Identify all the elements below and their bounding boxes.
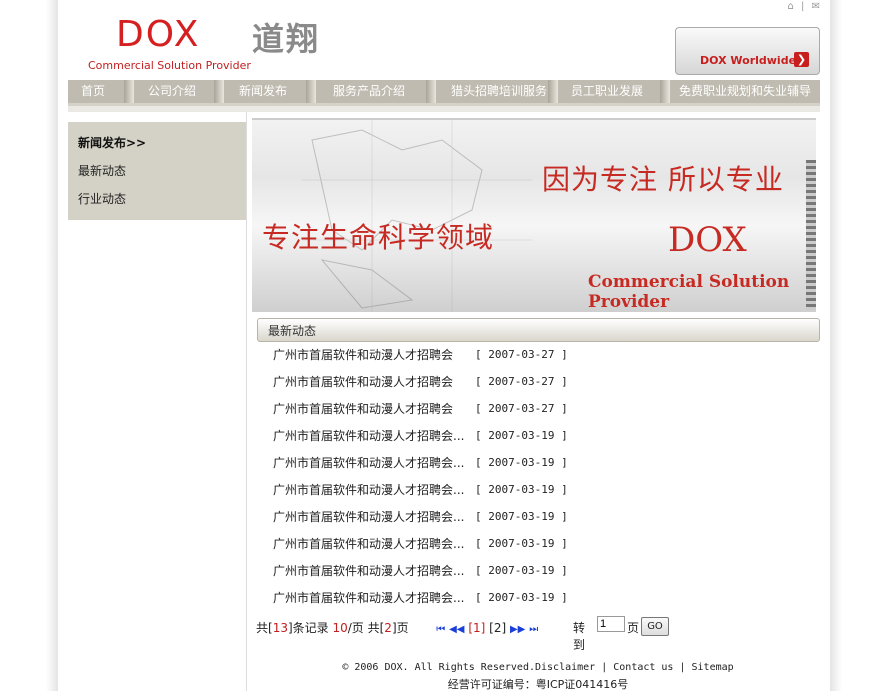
nav-separator (124, 80, 134, 103)
news-date: [ 2007-03-27 ] (475, 402, 568, 415)
logo-subtitle: Commercial Solution Provider (88, 59, 251, 72)
home-icon[interactable]: ⌂ (788, 1, 794, 12)
list-item[interactable]: 广州市首届软件和动漫人才招聘会... [ 2007-03-19 ] (273, 506, 693, 533)
main-nav: 首页 公司介绍 新闻发布 服务产品介绍 猎头招聘培训服务 员工职业发展 免费职业… (68, 80, 820, 103)
nav-separator (214, 80, 224, 103)
logo-dox[interactable]: DOX (116, 14, 200, 55)
banner-slogan: 因为专注 所以专业 (542, 163, 784, 196)
list-item[interactable]: 广州市首届软件和动漫人才招聘会... [ 2007-03-19 ] (273, 452, 693, 479)
nav-separator (548, 80, 558, 103)
dox-worldwide-label: DOX Worldwide (700, 54, 797, 67)
list-item[interactable]: 广州市首届软件和动漫人才招聘会... [ 2007-03-19 ] (273, 587, 693, 614)
goto-label: 转到 (573, 621, 586, 652)
news-date: [ 2007-03-27 ] (475, 375, 568, 388)
logo-chinese: 道翔 (252, 20, 321, 58)
nav-item-recruit[interactable]: 猎头招聘培训服务 (436, 80, 562, 103)
nav-separator (660, 80, 670, 103)
nav-item-services[interactable]: 服务产品介绍 (316, 80, 422, 103)
news-title[interactable]: 广州市首届软件和动漫人才招聘会... (273, 452, 464, 474)
news-date: [ 2007-03-27 ] (475, 348, 568, 361)
footer-license: 经营许可证编号：粤ICP证041416号 (447, 678, 629, 691)
sidebar-item-latest[interactable]: 最新动态 (78, 162, 126, 179)
footer-copyright: © 2006 DOX. All Rights Reserved.Disclaim… (342, 662, 734, 673)
section-header: 最新动态 (257, 318, 820, 342)
per-page: 10 (332, 621, 348, 635)
news-date: [ 2007-03-19 ] (475, 456, 568, 469)
page-link-2[interactable]: [2] (489, 621, 506, 635)
nav-item-company[interactable]: 公司介绍 (134, 80, 210, 103)
page-link-1[interactable]: [1] (468, 621, 485, 635)
list-item[interactable]: 广州市首届软件和动漫人才招聘会... [ 2007-03-19 ] (273, 533, 693, 560)
last-page-icon[interactable]: ⏭ (529, 624, 538, 635)
nav-item-home[interactable]: 首页 (68, 80, 118, 103)
building-graphic (806, 160, 816, 310)
news-date: [ 2007-03-19 ] (475, 483, 568, 496)
banner-brand: DOX (668, 220, 747, 260)
banner-image: 因为专注 所以专业 专注生命科学领域 DOX Commercial Soluti… (252, 118, 816, 312)
first-page-icon[interactable]: ⏮ (436, 624, 445, 635)
banner-focus: 专注生命科学领域 (262, 221, 495, 254)
nav-separator (426, 80, 436, 103)
news-title[interactable]: 广州市首届软件和动漫人才招聘会... (273, 560, 464, 582)
column-divider (246, 112, 247, 691)
next-page-icon[interactable]: ▶▶ (510, 624, 525, 635)
dox-worldwide-button[interactable]: DOX Worldwide ❯ (675, 27, 820, 75)
page-shadow-left (46, 0, 58, 691)
total-pages: 2 (384, 621, 392, 635)
prev-page-icon[interactable]: ◀◀ (449, 624, 464, 635)
list-item[interactable]: 广州市首届软件和动漫人才招聘会 [ 2007-03-27 ] (273, 398, 693, 425)
pagination: 共[13]条记录 10/页 共[2]页 ⏮ ◀◀ [1] [2] ▶▶ ⏭ 转到… (256, 616, 669, 652)
news-list: 广州市首届软件和动漫人才招聘会 [ 2007-03-27 ] 广州市首届软件和动漫… (273, 344, 693, 614)
section-title: 最新动态 (268, 324, 317, 338)
news-title[interactable]: 广州市首届软件和动漫人才招聘会... (273, 506, 464, 528)
news-title[interactable]: 广州市首届软件和动漫人才招聘会... (273, 587, 464, 609)
total-records: 13 (272, 621, 288, 635)
nav-item-career[interactable]: 员工职业发展 (558, 80, 656, 103)
sidebar-item-industry[interactable]: 行业动态 (78, 190, 126, 207)
nav-item-news[interactable]: 新闻发布 (224, 80, 302, 103)
top-icons: ⌂ | ✉ (787, 1, 821, 12)
nav-item-free-planning[interactable]: 免费职业规划和失业辅导 (670, 80, 820, 103)
news-title[interactable]: 广州市首届软件和动漫人才招聘会... (273, 425, 464, 447)
news-title[interactable]: 广州市首届软件和动漫人才招聘会 (273, 344, 453, 366)
banner-tagline: Commercial Solution Provider (588, 272, 790, 312)
news-date: [ 2007-03-19 ] (475, 564, 568, 577)
goto-page-input[interactable] (597, 616, 625, 632)
news-date: [ 2007-03-19 ] (475, 429, 568, 442)
news-date: [ 2007-03-19 ] (475, 591, 568, 604)
list-item[interactable]: 广州市首届软件和动漫人才招聘会... [ 2007-03-19 ] (273, 479, 693, 506)
sidebar: 新闻发布>> 最新动态 行业动态 (68, 122, 246, 220)
news-title[interactable]: 广州市首届软件和动漫人才招聘会... (273, 479, 464, 501)
page-container: ⌂ | ✉ DOX 道翔 Commercial Solution Provide… (58, 0, 830, 691)
arrow-right-icon: ❯ (794, 52, 809, 67)
nav-separator (306, 80, 316, 103)
list-item[interactable]: 广州市首届软件和动漫人才招聘会... [ 2007-03-19 ] (273, 560, 693, 587)
go-button[interactable]: GO (641, 617, 669, 636)
mail-icon[interactable]: ✉ (812, 1, 820, 12)
list-item[interactable]: 广州市首届软件和动漫人才招聘会... [ 2007-03-19 ] (273, 425, 693, 452)
page-unit: 页 (627, 621, 640, 635)
sidebar-heading: 新闻发布>> (78, 136, 147, 150)
news-date: [ 2007-03-19 ] (475, 537, 568, 550)
news-title[interactable]: 广州市首届软件和动漫人才招聘会 (273, 398, 453, 420)
list-item[interactable]: 广州市首届软件和动漫人才招聘会 [ 2007-03-27 ] (273, 371, 693, 398)
news-title[interactable]: 广州市首届软件和动漫人才招聘会 (273, 371, 453, 393)
page-shadow-right (830, 0, 842, 691)
nav-underline-light (68, 106, 820, 112)
news-date: [ 2007-03-19 ] (475, 510, 568, 523)
news-title[interactable]: 广州市首届软件和动漫人才招聘会... (273, 533, 464, 555)
list-item[interactable]: 广州市首届软件和动漫人才招聘会 [ 2007-03-27 ] (273, 344, 693, 371)
